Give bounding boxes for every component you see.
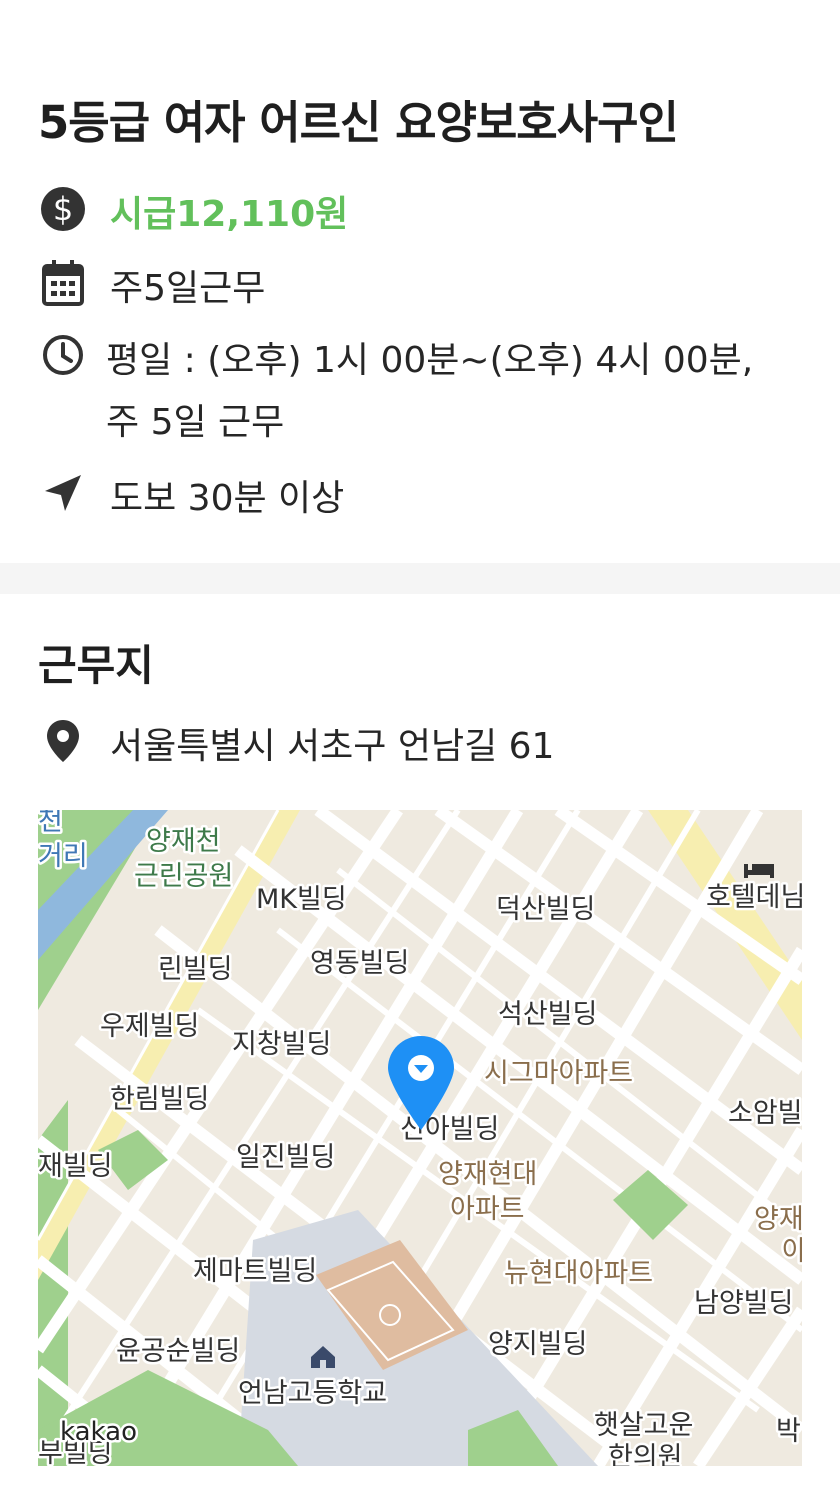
days-text: 주5일근무 bbox=[110, 268, 266, 309]
section-divider bbox=[0, 563, 840, 594]
calendar-icon bbox=[38, 258, 88, 308]
workplace-title: 근무지 bbox=[38, 641, 154, 690]
map-label: 햇살고운 bbox=[594, 1410, 693, 1441]
map-label: 언남고등학교 bbox=[238, 1378, 387, 1409]
schedule-line2: 주 5일 근무 bbox=[106, 402, 285, 443]
days-row: 주5일근무 bbox=[38, 258, 265, 320]
map-label: 거리 bbox=[38, 841, 88, 872]
map-label: MK빌딩 bbox=[256, 884, 347, 915]
map-label: 시그마아파트 bbox=[484, 1058, 633, 1089]
map-canvas: 천 거리 양재천 근린공원 MK빌딩 덕산빌딩 호텔데님 린빌딩 영동빌딩 우제… bbox=[38, 810, 802, 1466]
map-label: 우제빌딩 bbox=[100, 1011, 199, 1042]
map-label: 양재천 bbox=[146, 826, 221, 857]
map-label: 지창빌딩 bbox=[232, 1029, 331, 1060]
distance-text: 도보 30분 이상 bbox=[110, 478, 345, 519]
map-label: 소암빌 bbox=[728, 1098, 802, 1129]
map-label: 린빌딩 bbox=[158, 954, 233, 985]
hotel-icon bbox=[744, 864, 774, 878]
map-label: 덕산빌딩 bbox=[496, 894, 595, 925]
address-text: 서울특별시 서초구 언남길 61 bbox=[110, 726, 555, 767]
schedule-line1: 평일 : (오후) 1시 00분~(오후) 4시 00분, bbox=[106, 340, 754, 381]
map-label: 한림빌딩 bbox=[110, 1084, 209, 1115]
schedule-text: 평일 : (오후) 1시 00분~(오후) 4시 00분, 주 5일 근무 bbox=[106, 330, 753, 454]
clock-icon bbox=[38, 330, 88, 380]
map-label: 양지빌딩 bbox=[488, 1329, 587, 1360]
kakao-logo: kakao bbox=[60, 1417, 137, 1447]
map-label: 뉴현대아파트 bbox=[504, 1258, 653, 1289]
map-label: 석산빌딩 bbox=[498, 999, 597, 1030]
map-label: 한의원 bbox=[608, 1442, 683, 1466]
map-label: 양재 bbox=[754, 1204, 802, 1235]
map-label: 근린공원 bbox=[134, 861, 233, 892]
dollar-icon: $ bbox=[38, 184, 88, 234]
distance-row: 도보 30분 이상 bbox=[38, 468, 344, 530]
map-label: 일진빌딩 bbox=[236, 1142, 335, 1173]
location-pin-icon bbox=[38, 716, 88, 766]
map-label: 재빌딩 bbox=[38, 1151, 113, 1182]
wage-row: $ 시급12,110원 bbox=[38, 184, 348, 246]
job-title: 5등급 여자 어르신 요양보호사구인 bbox=[38, 96, 679, 149]
map-label: 아 bbox=[782, 1236, 802, 1267]
map-label: 제마트빌딩 bbox=[193, 1256, 317, 1287]
map-label: 박 bbox=[776, 1416, 801, 1447]
map-label: 영동빌딩 bbox=[310, 948, 409, 979]
svg-text:$: $ bbox=[53, 190, 73, 228]
map-label: 윤공순빌딩 bbox=[116, 1336, 240, 1367]
map-label: 천 bbox=[38, 810, 63, 837]
wage-text: 시급12,110원 bbox=[110, 194, 349, 235]
schedule-row: 평일 : (오후) 1시 00분~(오후) 4시 00분, 주 5일 근무 bbox=[38, 330, 753, 454]
map-label: 남양빌딩 bbox=[694, 1288, 793, 1319]
map-label: 아파트 bbox=[450, 1194, 525, 1225]
navigation-arrow-icon bbox=[38, 468, 88, 518]
map-label: 양재현대 bbox=[438, 1159, 537, 1190]
job-summary-section: 5등급 여자 어르신 요양보호사구인 $ 시급12,110원 주5일근무 평일 … bbox=[0, 0, 840, 563]
address-row: 서울특별시 서초구 언남길 61 bbox=[38, 716, 554, 778]
map-label: 호텔데님 bbox=[706, 882, 802, 913]
map-view[interactable]: 천 거리 양재천 근린공원 MK빌딩 덕산빌딩 호텔데님 린빌딩 영동빌딩 우제… bbox=[38, 810, 802, 1466]
